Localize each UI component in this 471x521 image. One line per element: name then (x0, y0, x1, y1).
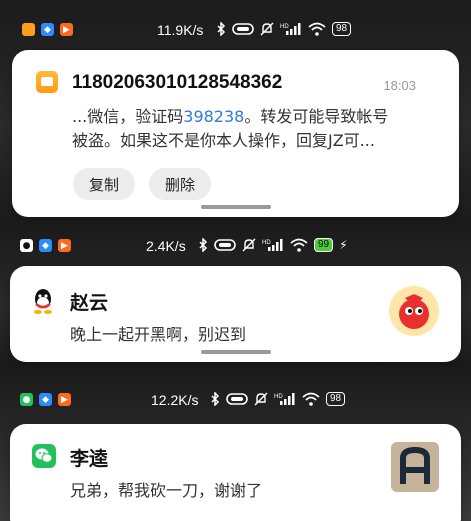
status-icons: HD 98 (217, 22, 352, 36)
panel-sms: ◆ ▶ 11.9K/s HD 98 18 1180206301012854836… (0, 0, 471, 230)
svg-text:HD: HD (262, 240, 271, 246)
message-icon (22, 23, 35, 36)
card-handle[interactable] (200, 205, 271, 209)
notification-title: 李逵 (70, 449, 109, 470)
wechat-app-icon (32, 444, 56, 468)
sender-avatar (389, 286, 439, 336)
status-icons: HD 98 (211, 392, 346, 406)
sender-avatar (391, 442, 439, 492)
status-bar: ● ◆ ▶ 12.2K/s HD 98 (0, 388, 471, 412)
body-suffix: 。转发可能导致帐号 (244, 107, 389, 126)
camera-icon: ▶ (58, 393, 71, 406)
notification-body: 晚上一起开黑啊，别迟到 (70, 325, 247, 344)
bluetooth-icon (217, 22, 226, 36)
bluetooth-icon (199, 238, 208, 252)
letter-a-avatar-icon (400, 446, 430, 484)
charging-icon: ⚡ (339, 238, 348, 252)
link-icon (232, 23, 254, 35)
bubble-icon: ◆ (41, 23, 54, 36)
signal-icon: HD (262, 239, 283, 251)
status-app-icons: ◆ ▶ (22, 23, 73, 36)
notification-body: 兄弟，帮我砍一刀，谢谢了 (70, 481, 263, 500)
card-handle[interactable] (200, 350, 271, 354)
avatar-mascot-icon (399, 294, 429, 329)
notification-card-wechat[interactable]: 李逵 兄弟，帮我砍一刀，谢谢了 (10, 424, 461, 521)
qq-app-icon (34, 289, 52, 314)
notification-card-qq[interactable]: 赵云 晚上一起开黑啊，别迟到 (10, 266, 461, 362)
wifi-icon (308, 22, 326, 36)
svg-text:HD: HD (274, 394, 283, 400)
network-speed: 12.2K/s (151, 392, 199, 408)
mute-icon (260, 22, 274, 36)
status-app-icons: ● ◆ ▶ (20, 239, 71, 252)
notification-body: ...微信，验证码398238。转发可能导致帐号 被盗。如果这不是你本人操作，回… (72, 105, 442, 153)
copy-button[interactable]: 复制 (73, 168, 135, 200)
status-app-icons: ● ◆ ▶ (20, 393, 71, 406)
notification-title: 赵云 (70, 293, 109, 314)
camera-icon: ▶ (58, 239, 71, 252)
svg-text:HD: HD (280, 24, 289, 30)
status-bar: ● ◆ ▶ 2.4K/s HD 99 ⚡ (0, 234, 471, 258)
bubble-icon: ◆ (39, 393, 52, 406)
bluetooth-icon (211, 392, 220, 406)
wifi-icon (302, 392, 320, 406)
network-speed: 2.4K/s (146, 238, 186, 254)
notification-card-sms[interactable]: 1180206301012854836​2 18:03 ...微信，验证码398… (12, 50, 459, 217)
signal-icon: HD (274, 393, 295, 405)
body-line-2: 被盗。如果这不是你本人操作，回复JZ可... (72, 131, 375, 150)
mute-icon (242, 238, 256, 252)
wechat-icon: ● (20, 393, 33, 406)
body-prefix: ...微信，验证码 (72, 107, 184, 126)
battery-indicator: 98 (332, 22, 352, 36)
notification-time: 18:03 (383, 78, 416, 93)
network-speed: 11.9K/s (157, 22, 204, 38)
link-icon (226, 393, 248, 405)
panel-qq: ● ◆ ▶ 2.4K/s HD 99 ⚡ 赵云 晚上一起开黑啊，别迟到 (0, 230, 471, 366)
verification-code[interactable]: 398238 (183, 107, 244, 126)
link-icon (214, 239, 236, 251)
battery-indicator: 99 (314, 238, 334, 252)
wechat-bubbles-icon (35, 448, 53, 463)
notification-title: 1180206301012854836​2 (72, 72, 283, 93)
qq-icon: ● (20, 239, 33, 252)
wifi-icon (290, 238, 308, 252)
bubble-icon: ◆ (39, 239, 52, 252)
camera-icon: ▶ (60, 23, 73, 36)
battery-indicator: 98 (326, 392, 346, 406)
delete-button[interactable]: 删除 (149, 168, 211, 200)
mute-icon (254, 392, 268, 406)
panel-wechat: ● ◆ ▶ 12.2K/s HD 98 李逵 兄弟，帮我砍一刀，谢谢了 (0, 366, 471, 521)
status-icons: HD 99 ⚡ (199, 238, 348, 252)
signal-icon: HD (280, 23, 301, 35)
status-bar: ◆ ▶ 11.9K/s HD 98 (0, 18, 471, 42)
sms-app-icon (36, 71, 58, 93)
